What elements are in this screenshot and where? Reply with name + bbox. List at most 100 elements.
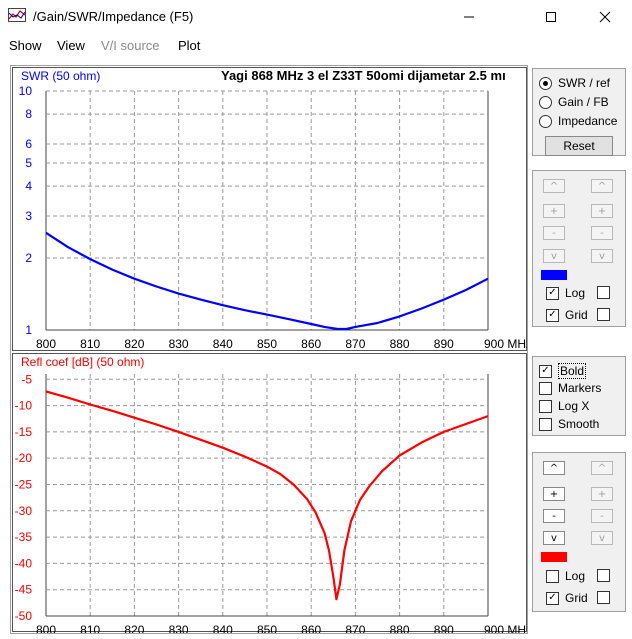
radio-gain-label: Gain / FB (558, 95, 609, 109)
bottom-left-plus-button[interactable]: + (543, 487, 565, 501)
swr-x-tick-label: 840 (213, 337, 233, 351)
bottom-grid-right-checkbox[interactable] (597, 591, 610, 604)
logx-checkbox[interactable]: Log X (539, 399, 589, 413)
bottom-right-up-button[interactable]: ^ (591, 461, 613, 475)
minimize-button[interactable] (446, 0, 492, 34)
logx-box[interactable] (539, 399, 552, 413)
refl-y-tick-label: -45 (15, 583, 33, 597)
top-left-down-button[interactable]: v (543, 249, 565, 263)
bottom-log-right-checkbox[interactable] (597, 569, 610, 582)
radio-gain-indicator[interactable] (539, 95, 552, 109)
top-log-right-checkbox[interactable] (597, 286, 610, 299)
refl-x-tick-label: 850 (257, 623, 277, 633)
refl-x-tick-label: 860 (301, 623, 321, 633)
swr-x-tick-label: 830 (169, 337, 189, 351)
bottom-axis-panel: ^ ^ + + - - v v Log ✓ Grid (532, 452, 626, 612)
top-axis-panel: ^ ^ + + - - v v ✓ Log ✓ Grid (532, 170, 626, 327)
options-panel: ✓ Bold Markers Log X Smooth (532, 356, 626, 436)
bottom-left-minus-button[interactable]: - (543, 509, 565, 523)
smooth-checkbox[interactable]: Smooth (539, 417, 599, 431)
bold-checkbox[interactable]: ✓ Bold (539, 363, 587, 379)
top-left-plus-button[interactable]: + (543, 204, 565, 218)
refl-x-tick-label: 800 (36, 623, 56, 633)
swr-x-tick-label: 820 (124, 337, 144, 351)
refl-y-tick-label: -25 (15, 477, 33, 491)
bold-label: Bold (558, 363, 587, 379)
top-trace-color-swatch[interactable] (541, 270, 567, 280)
bold-box[interactable]: ✓ (539, 364, 552, 378)
swr-y-tick-label: 6 (25, 137, 32, 151)
radio-gain[interactable]: Gain / FB (539, 95, 609, 109)
bottom-left-down-button[interactable]: v (543, 531, 565, 545)
radio-impedance-label: Impedance (558, 114, 618, 128)
top-grid-checkbox[interactable]: ✓ Grid (546, 308, 588, 322)
plot-area: 800 810 820 830 840 850 860 870 880 890 900 MHz 10 8… (10, 65, 528, 634)
maximize-icon (546, 12, 556, 22)
close-icon (599, 11, 611, 23)
refl-y-tick-label: -15 (15, 425, 33, 439)
top-left-minus-button[interactable]: - (543, 226, 565, 240)
top-right-down-button[interactable]: v (591, 249, 613, 263)
top-grid-label: Grid (565, 308, 588, 322)
mode-panel: SWR / ref Gain / FB Impedance Reset (532, 68, 626, 156)
bottom-log-right-box[interactable] (597, 569, 610, 582)
markers-box[interactable] (539, 381, 552, 395)
swr-y-tick-label: 5 (25, 156, 32, 170)
radio-impedance-indicator[interactable] (539, 114, 552, 128)
top-right-minus-button[interactable]: - (591, 226, 613, 240)
smooth-box[interactable] (539, 417, 552, 431)
radio-swr-indicator[interactable] (539, 76, 552, 90)
top-log-checkbox[interactable]: ✓ Log (546, 286, 585, 300)
swr-y-tick-label: 10 (19, 84, 33, 98)
bottom-grid-right-box[interactable] (597, 591, 610, 604)
swr-x-tick-label: 800 (36, 337, 56, 351)
top-right-plus-button[interactable]: + (591, 204, 613, 218)
top-grid-right-box[interactable] (597, 308, 610, 321)
bottom-right-down-button[interactable]: v (591, 531, 613, 545)
radio-impedance[interactable]: Impedance (539, 114, 617, 128)
swr-x-tick-label: 810 (80, 337, 100, 351)
top-left-up-button[interactable]: ^ (543, 179, 565, 193)
refl-y-axis-label: Refl coef [dB] (50 ohm) (21, 355, 144, 369)
maximize-button[interactable] (528, 0, 574, 34)
bottom-grid-box[interactable]: ✓ (546, 591, 559, 605)
refl-y-tick-label: -30 (15, 504, 33, 518)
minimize-icon (464, 16, 474, 18)
top-log-box[interactable]: ✓ (546, 286, 559, 300)
close-button[interactable] (582, 0, 628, 34)
bottom-left-up-button[interactable]: ^ (543, 461, 565, 475)
menu-view[interactable]: View (57, 38, 85, 53)
swr-x-tick-label: 870 (345, 337, 365, 351)
markers-checkbox[interactable]: Markers (539, 381, 601, 395)
reset-button[interactable]: Reset (545, 136, 613, 156)
bottom-right-plus-button[interactable]: + (591, 487, 613, 501)
swr-y-axis-label: SWR (50 ohm) (21, 69, 100, 83)
refl-y-tick-label: -5 (21, 372, 32, 386)
menu-show[interactable]: Show (9, 38, 42, 53)
refl-y-tick-label: -35 (15, 530, 33, 544)
top-grid-box[interactable]: ✓ (546, 308, 559, 322)
top-log-label: Log (565, 286, 586, 300)
refl-x-tick-label: 830 (169, 623, 189, 633)
radio-swr[interactable]: SWR / ref (539, 76, 610, 90)
markers-label: Markers (558, 381, 602, 395)
radio-swr-label: SWR / ref (558, 76, 611, 90)
top-grid-right-checkbox[interactable] (597, 308, 610, 321)
swr-x-tick-label: 900 MHz (484, 337, 527, 351)
top-right-up-button[interactable]: ^ (591, 179, 613, 193)
smooth-label: Smooth (558, 417, 600, 431)
menu-plot[interactable]: Plot (178, 38, 200, 53)
swr-x-tick-label: 880 (390, 337, 410, 351)
bottom-trace-color-swatch[interactable] (541, 552, 567, 562)
bottom-grid-checkbox[interactable]: ✓ Grid (546, 591, 588, 605)
menu-vi-source[interactable]: V/I source (101, 38, 160, 53)
title-bar: /Gain/SWR/Impedance (F5) (0, 0, 632, 34)
bottom-log-box[interactable] (546, 569, 559, 583)
bottom-right-minus-button[interactable]: - (591, 509, 613, 523)
chart-title: Yagi 868 MHz 3 el Z33T 50omi dijametar 2… (221, 68, 506, 83)
refl-x-tick-label: 840 (213, 623, 233, 633)
bottom-grid-label: Grid (565, 591, 588, 605)
refl-y-tick-label: -40 (15, 556, 33, 570)
bottom-log-checkbox[interactable]: Log (546, 569, 585, 583)
top-log-right-box[interactable] (597, 286, 610, 299)
